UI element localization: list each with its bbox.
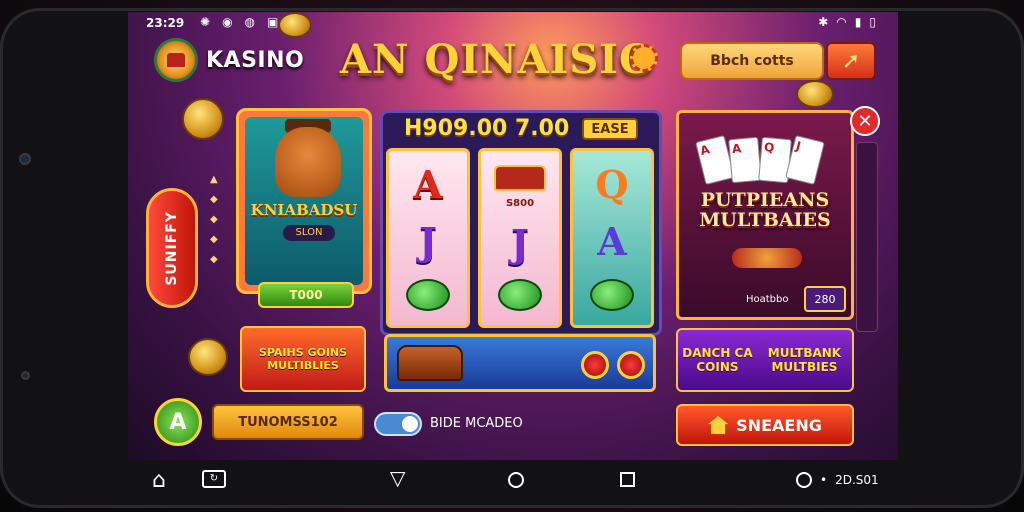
green-leaf-icon [498,279,542,312]
right-game-label: Hoatbbo [746,294,789,305]
home-circle-icon[interactable] [508,472,524,488]
left-game-name: KNIABADSU [250,201,358,219]
mode-toggle[interactable] [374,412,422,436]
right-game-name-line2: MULTBAIES [699,209,831,231]
playing-cards-icon: A A Q J [695,135,830,185]
treasure-chest-icon [494,164,546,191]
toggle-label: BIDE MCADEO [430,416,523,431]
battery-icon: ▯ [869,15,876,29]
reel-symbol: A [597,218,627,264]
coin-balance-icon[interactable]: A [154,398,202,446]
coin-icon [182,98,224,140]
main-action-label: SNEAENG [736,415,822,435]
side-promo-button[interactable]: SUNIFFY [146,188,198,308]
side-pill-label: SUNIFFY [164,210,180,286]
hearts-decoration-icon [732,248,802,268]
jackpot-amount: H909.00 7.00 [404,116,570,141]
right-promo-label-left: DANCH CA COINS [682,346,753,374]
coin-icon [796,80,834,108]
arrow-up-button[interactable]: ➚ [826,42,876,80]
playing-card: A [728,136,762,184]
left-game-artwork: KNIABADSU SLON [245,117,363,285]
app-logo[interactable]: KASINO [154,38,304,82]
nav-dot-icon: • [820,473,828,487]
reel-symbol: J [511,221,529,267]
coin-icon [188,338,228,376]
right-promo-banner[interactable]: DANCH CA COINS MULTBANK MULTBIES [676,328,854,392]
right-edge-strip [856,142,878,332]
status-icons-right: ✱ ◠ ▮ ▯ [818,15,876,29]
reel-symbol: A [413,162,443,208]
reel-symbol: Q [595,162,629,208]
nav-right-text: 2D.S01 [835,473,879,487]
green-orb-icon [406,278,450,311]
reel-2: S800 J [478,148,562,328]
reel-symbol: J [419,218,437,264]
close-icon: ✕ [857,110,873,132]
tv-icon: ▣ [267,15,279,29]
left-promo-banner[interactable]: SPAIHS GOINS MULTIBLIES [240,326,366,392]
nav-right-status: • 2D.S01 [796,472,879,488]
status-bar: 23:29 ✺ ◉ ◍ ▣ ✱ ◠ ▮ ▯ [128,12,898,34]
left-game-subtitle: SLON [283,225,335,241]
settings-icon: ✺ [200,15,211,29]
wifi-icon: ◠ [836,15,847,29]
close-button[interactable]: ✕ [850,106,880,136]
game-screen: 23:29 ✺ ◉ ◍ ▣ ✱ ◠ ▮ ▯ KASINO AN QINAISIO… [128,12,898,460]
sensor-icon [21,371,30,380]
right-game-name: PUTPIEANS MULTBAIES [680,190,850,230]
signal-icon: ◉ [222,15,233,29]
spin-button[interactable] [581,351,609,379]
android-nav-bar: ⌂ ↻ ▽ • 2D.S01 [128,462,898,502]
side-indicator-dots: ▲ ◆ ◆ ◆ ◆ [210,174,218,265]
right-game-badge[interactable]: 280 [804,286,846,312]
right-promo-label-right: MULTBANK MULTBIES [767,346,842,374]
recents-square-icon[interactable] [620,472,635,487]
house-icon [708,416,729,434]
page-title: AN QINAISIO [340,36,655,83]
camera-icon [19,153,31,165]
logo-text: KASINO [206,47,305,73]
right-game-name-line1: PUTPIEANS [700,189,830,211]
status-time: 23:29 [146,16,185,30]
reel-3: Q A [570,148,654,328]
top-banner-button[interactable]: Bbch cotts [680,42,824,80]
bet-button[interactable] [617,351,645,379]
toggle-knob [402,416,418,432]
treasure-chest-icon [397,345,463,381]
balance-button[interactable]: TUNOMSS102 [212,404,364,440]
base-tag: EASE [582,118,638,140]
character-icon [275,127,341,197]
signal-bars-icon: ▮ [854,15,862,29]
left-game-amount-button[interactable]: T000 [258,282,354,308]
screenshot-icon[interactable]: ↻ [202,470,226,488]
left-game-card[interactable]: KNIABADSU SLON [236,108,372,294]
reel-control-bar [384,334,656,392]
coin-icon [278,12,312,38]
bluetooth-icon: ✱ [818,15,829,29]
home-icon[interactable]: ⌂ [152,468,166,493]
app-icon: ◍ [244,15,256,29]
arrow-up-icon: ➚ [841,48,861,74]
main-action-button[interactable]: SNEAENG [676,404,854,446]
casino-logo-icon [154,38,198,82]
sun-icon [630,44,658,72]
status-icons-left: ✺ ◉ ◍ ▣ [200,15,278,29]
green-leaf-icon [590,278,634,311]
clock-icon [796,472,812,488]
back-icon[interactable]: ▽ [390,466,405,490]
chest-label: S800 [505,197,535,209]
reel-1: A J [386,148,470,328]
